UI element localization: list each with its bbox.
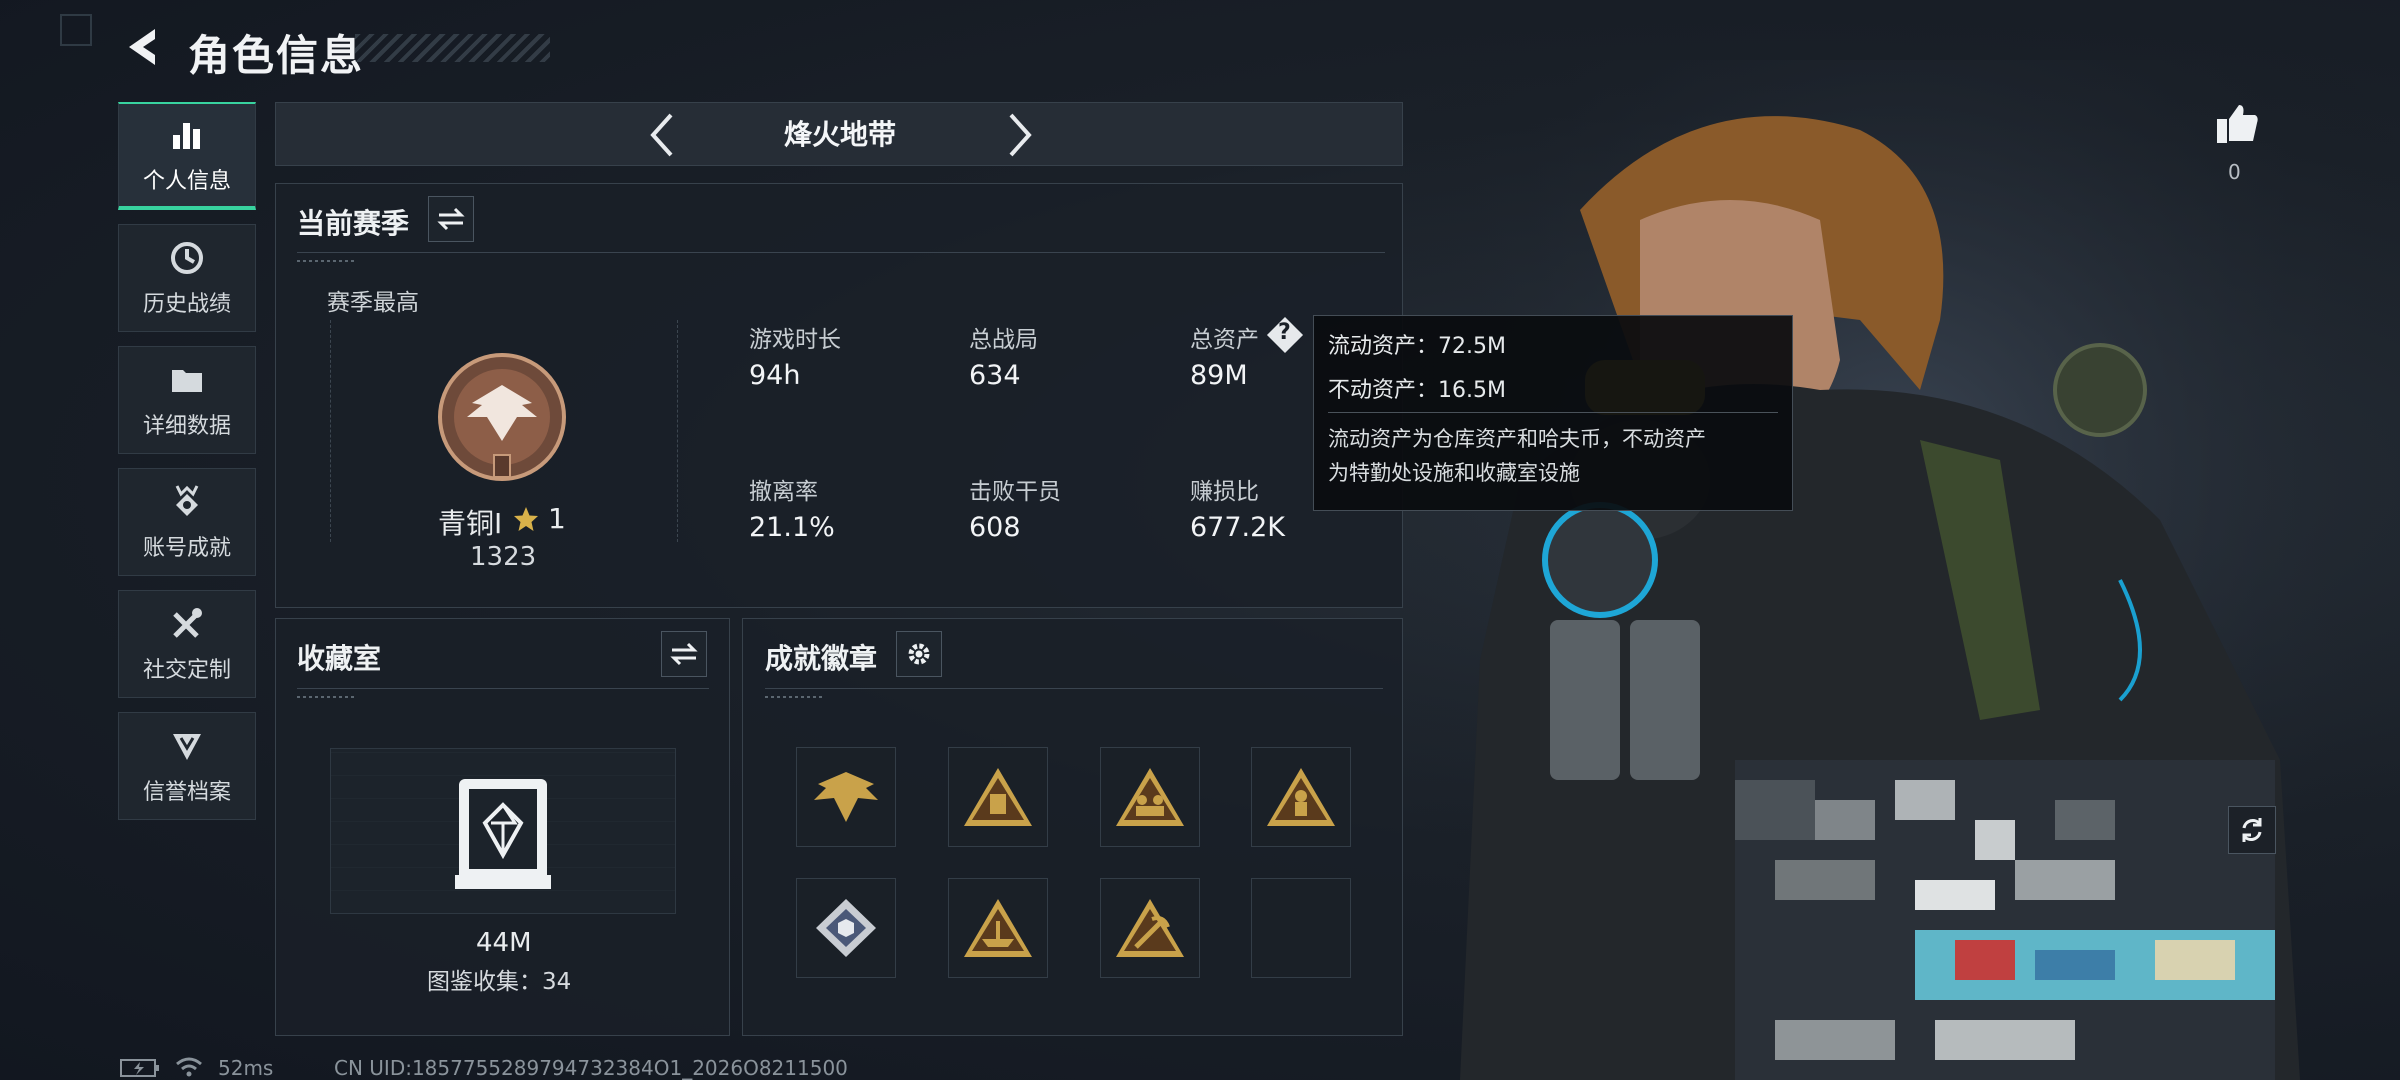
corner-marker [60, 14, 92, 46]
sidebar-item-credit[interactable]: 信誉档案 [118, 712, 256, 820]
mode-label: 烽火地带 [783, 118, 896, 151]
sidebar-item-label: 社交定制 [142, 658, 231, 683]
collection-switch-button[interactable] [661, 631, 707, 677]
rank-score: 1323 [470, 542, 537, 572]
swap-icon [437, 207, 465, 231]
title-decoration [355, 34, 550, 62]
pickaxe-badge-icon [1116, 899, 1184, 957]
sidebar-item-label: 账号成就 [142, 536, 231, 561]
stat-label-profit-ratio: 赚损比 [1190, 479, 1259, 505]
sidebar-item-history[interactable]: 历史战绩 [118, 224, 256, 332]
assets-tooltip: 流动资产：72.5M 不动资产：16.5M 流动资产为仓库资产和哈夫币，不动资产… [1313, 315, 1793, 511]
sidebar-item-profile[interactable]: 个人信息 [118, 102, 256, 210]
stat-label-kills: 击败干员 [969, 479, 1061, 505]
stat-value-profit-ratio: 677.2K [1190, 512, 1286, 543]
bar-chart-icon [173, 123, 200, 149]
soldier-badge-icon [1267, 768, 1335, 826]
tooltip-divider [1328, 412, 1778, 413]
like-button[interactable] [2210, 96, 2264, 150]
star-icon [514, 507, 538, 531]
badge-eagle[interactable] [796, 747, 896, 847]
chevron-right-icon [1009, 113, 1032, 157]
season-deco [297, 260, 357, 262]
uid-text: CN UID:1857755289794732384O1_2026O821150… [334, 1056, 848, 1080]
tooltip-desc-line1: 流动资产为仓库资产和哈夫币，不动资产 [1328, 427, 1706, 451]
sidebar-item-label: 信誉档案 [142, 780, 231, 805]
badge-team[interactable] [1100, 747, 1200, 847]
sidebar-item-social[interactable]: 社交定制 [118, 590, 256, 698]
badge-crate[interactable] [948, 747, 1048, 847]
tooltip-fixed-assets: 不动资产：16.5M [1328, 378, 1506, 403]
season-divider [297, 252, 1385, 253]
battery-icon [120, 1059, 159, 1077]
tooltip-liquid-assets: 流动资产：72.5M [1328, 334, 1506, 359]
clock-icon [171, 242, 203, 274]
gear-icon [908, 643, 930, 665]
wifi-icon [176, 1057, 202, 1077]
team-badge-icon [1116, 768, 1184, 826]
swap-icon [670, 642, 698, 666]
like-count: 0 [2228, 160, 2241, 184]
badge-ship[interactable] [948, 878, 1048, 978]
rotate-button[interactable] [2228, 806, 2276, 854]
badge-empty-slot[interactable] [1251, 878, 1351, 978]
stat-label-assets: 总资产 [1190, 327, 1259, 353]
mode-next-button[interactable] [994, 109, 1046, 161]
bronze-rank-icon [438, 353, 566, 481]
thumbs-up-icon [2217, 105, 2258, 143]
collection-title: 收藏室 [297, 642, 382, 675]
stat-value-playtime: 94h [749, 360, 801, 391]
collection-deco [297, 696, 357, 698]
ship-badge-icon [964, 899, 1032, 957]
sidebar-item-label: 详细数据 [142, 414, 231, 439]
rotate-icon [2242, 818, 2262, 842]
collection-value: 44M [476, 928, 532, 958]
shield-icon [173, 734, 201, 760]
tooltip-desc-line2: 为特勤处设施和收藏室设施 [1328, 461, 1580, 485]
stat-value-kills: 608 [969, 512, 1021, 543]
help-icon: ? [1278, 320, 1291, 345]
achievements-divider [765, 688, 1383, 689]
medal-icon [175, 485, 199, 516]
season-best-label: 赛季最高 [327, 290, 419, 316]
pixelated-region [1735, 760, 2275, 1080]
mode-selector: 烽火地带 [275, 102, 1403, 166]
sidebar-item-label: 个人信息 [142, 169, 231, 194]
achievements-title: 成就徽章 [765, 642, 878, 675]
stat-value-matches: 634 [969, 360, 1021, 391]
crate-badge-icon [964, 768, 1032, 826]
mode-prev-button[interactable] [636, 109, 688, 161]
sidebar-item-label: 历史战绩 [142, 292, 231, 317]
achievements-deco [765, 696, 825, 698]
rank-name: 青铜I [438, 507, 503, 540]
badge-cube[interactable] [796, 878, 896, 978]
back-arrow-icon [129, 29, 155, 65]
eagle-badge-icon [814, 772, 878, 822]
tools-icon [173, 608, 202, 638]
season-switch-button[interactable] [428, 196, 474, 242]
folder-icon [172, 370, 202, 392]
stat-label-playtime: 游戏时长 [749, 327, 841, 353]
sidebar-item-details[interactable]: 详细数据 [118, 346, 256, 454]
stat-label-extract-rate: 撤离率 [749, 479, 818, 505]
rank-stars: 1 [548, 502, 566, 535]
stat-value-extract-rate: 21.1% [749, 512, 835, 543]
sidebar-item-achievements[interactable]: 账号成就 [118, 468, 256, 576]
page-title: 角色信息 [188, 31, 365, 80]
chevron-left-icon [650, 113, 673, 157]
badge-soldier[interactable] [1251, 747, 1351, 847]
cube-badge-icon [816, 899, 876, 957]
back-button[interactable] [118, 22, 168, 72]
stat-value-assets: 89M [1190, 360, 1248, 391]
collection-catalog: 图鉴收集：34 [427, 969, 572, 995]
badge-pickaxe[interactable] [1100, 878, 1200, 978]
vault-icon [455, 779, 551, 889]
stat-label-matches: 总战局 [969, 327, 1038, 353]
ping-value: 52ms [218, 1056, 274, 1080]
collection-divider [297, 688, 709, 689]
season-title: 当前赛季 [297, 207, 410, 240]
achievements-settings-button[interactable] [896, 631, 942, 677]
